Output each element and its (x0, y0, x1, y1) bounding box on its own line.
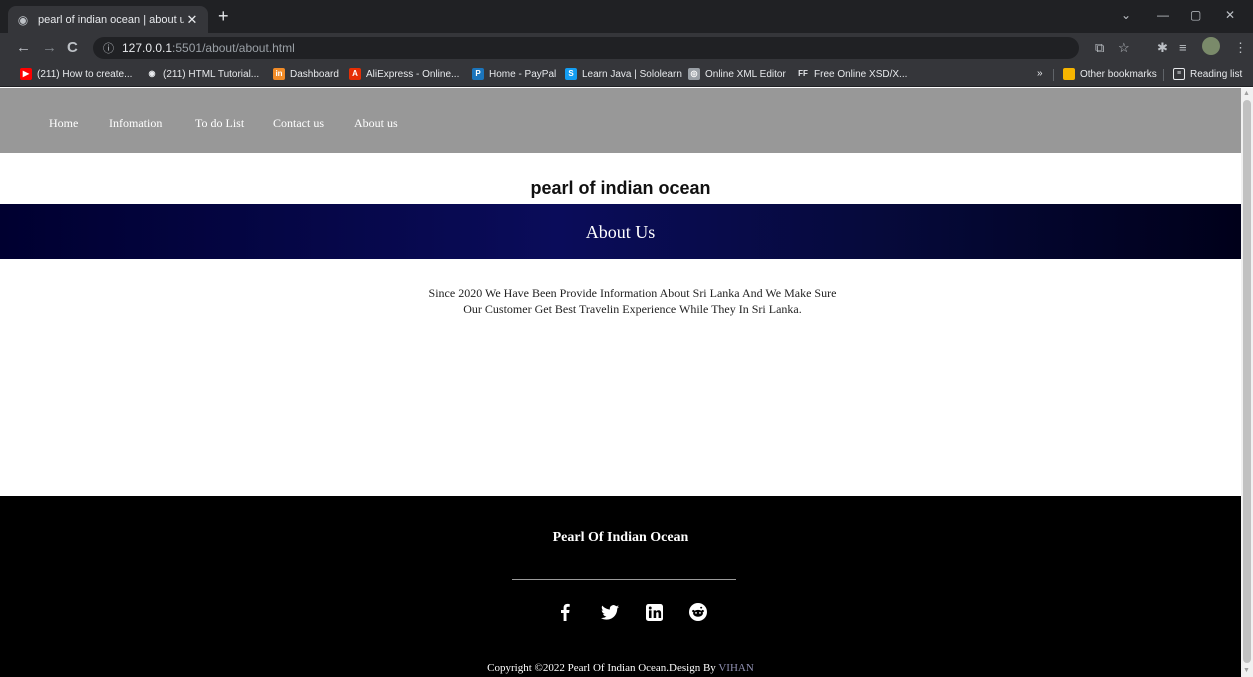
other-bookmarks[interactable]: Other bookmarks (1063, 68, 1157, 80)
youtube-icon: ▶ (20, 68, 32, 80)
paypal-icon: P (472, 68, 484, 80)
author-name[interactable]: VIHAN (718, 662, 753, 674)
back-icon[interactable]: ← (16, 39, 31, 56)
url-path: :5501/about/about.html (172, 41, 295, 55)
linkedin-icon[interactable] (644, 602, 664, 622)
nav-about-us[interactable]: About us (354, 116, 398, 131)
nav-todo-list[interactable]: To do List (195, 116, 244, 131)
copyright: Copyright ©2022 Pearl Of Indian Ocean.De… (0, 662, 1241, 674)
twitter-icon[interactable] (600, 602, 620, 622)
url-host: 127.0.0.1 (122, 41, 173, 55)
browser-tab-bar: ◉ pearl of indian ocean | about us ✕ + ⌄… (0, 0, 1253, 33)
about-banner: About Us (0, 204, 1241, 259)
close-tab-icon[interactable]: ✕ (184, 12, 200, 28)
bookmark-separator (1163, 69, 1164, 81)
globe-icon: ◉ (148, 69, 156, 78)
site-info-icon[interactable]: ⓘ (103, 40, 114, 56)
reload-icon[interactable]: C (67, 39, 78, 56)
tab-title: pearl of indian ocean | about us (38, 13, 184, 26)
more-bookmarks-button[interactable]: » (1037, 68, 1043, 79)
media-icon[interactable]: ≡ (1179, 40, 1187, 55)
bookmark-label: Dashboard (290, 68, 339, 80)
bookmark-label: Home - PayPal (489, 68, 557, 80)
minimize-icon[interactable]: — (1157, 8, 1169, 22)
reading-list[interactable]: ≡ Reading list (1173, 68, 1242, 80)
footer-divider (512, 579, 736, 580)
bookmark-star-icon[interactable]: ☆ (1118, 40, 1130, 56)
bookmark-label: Learn Java | Sololearn (582, 68, 682, 80)
bookmark-label: Online XML Editor (705, 68, 786, 80)
reading-list-icon: ≡ (1173, 68, 1185, 80)
bookmark-label: (211) HTML Tutorial... (163, 68, 260, 80)
about-heading: About Us (585, 222, 656, 242)
page-scrollbar[interactable]: ▲ ▼ (1241, 88, 1253, 677)
restore-icon[interactable]: ▢ (1190, 8, 1201, 22)
reading-list-label: Reading list (1190, 68, 1243, 80)
bookmark-label: Free Online XSD/X... (814, 68, 908, 80)
bookmark-item[interactable]: in Dashboard (273, 68, 339, 80)
new-tab-icon[interactable]: + (218, 6, 229, 27)
copyright-text: Copyright ©2022 Pearl Of Indian Ocean.De… (487, 662, 716, 674)
nav-home[interactable]: Home (49, 116, 78, 131)
bookmark-item[interactable]: P Home - PayPal (472, 68, 556, 80)
other-bookmarks-label: Other bookmarks (1080, 68, 1157, 80)
page-viewport: Home Infomation To do List Contact us Ab… (0, 88, 1241, 677)
bookmark-item[interactable]: ◎ Online XML Editor (688, 68, 786, 80)
bookmark-item[interactable]: FF Free Online XSD/X... (797, 68, 907, 80)
share-icon[interactable]: ⧉ (1095, 40, 1104, 56)
browser-toolbar: ← → C ⓘ 127.0.0.1:5501/about/about.html … (0, 33, 1253, 63)
site-brand: pearl of indian ocean (530, 178, 711, 198)
bookmark-label: (211) How to create... (37, 68, 133, 80)
site-footer: Pearl Of Indian Ocean Copyright ©2022 Pe… (0, 496, 1241, 677)
extensions-icon[interactable]: ✱ (1157, 40, 1168, 56)
bookmark-separator (1053, 69, 1054, 81)
bookmark-item[interactable]: ◉ (211) HTML Tutorial... (146, 68, 260, 80)
tab-search-icon[interactable]: ⌄ (1121, 8, 1131, 22)
forward-icon[interactable]: → (42, 39, 57, 56)
bookmark-label: AliExpress - Online... (366, 68, 460, 80)
aliexpress-icon: A (349, 68, 361, 80)
bookmark-item[interactable]: ▶ (211) How to create... (20, 68, 132, 80)
window-close-icon[interactable]: ✕ (1225, 8, 1235, 22)
browser-tab[interactable]: ◉ pearl of indian ocean | about us ✕ (8, 6, 208, 33)
address-bar[interactable]: ⓘ 127.0.0.1:5501/about/about.html (93, 37, 1079, 59)
dashboard-icon: in (273, 68, 285, 80)
bookmark-item[interactable]: A AliExpress - Online... (349, 68, 459, 80)
footer-title: Pearl Of Indian Ocean (552, 530, 689, 545)
xml-editor-icon: ◎ (688, 68, 700, 80)
bookmark-item[interactable]: S Learn Java | Sololearn (565, 68, 682, 80)
scroll-down-icon[interactable]: ▼ (1243, 667, 1250, 674)
bookmarks-bar: ▶ (211) How to create... ◉ (211) HTML Tutor… (0, 63, 1253, 87)
sololearn-icon: S (565, 68, 577, 80)
about-body: Since 2020 We Have Been Provide Informat… (428, 286, 837, 316)
ff-icon: FF (798, 69, 808, 78)
scroll-thumb[interactable] (1243, 100, 1251, 663)
scroll-up-icon[interactable]: ▲ (1243, 90, 1250, 97)
reddit-icon[interactable] (688, 602, 708, 622)
menu-icon[interactable]: ⋮ (1234, 40, 1247, 56)
profile-avatar[interactable] (1202, 37, 1220, 55)
globe-icon: ◉ (17, 12, 29, 27)
nav-contact-us[interactable]: Contact us (273, 116, 324, 131)
folder-icon (1063, 68, 1075, 80)
nav-infomation[interactable]: Infomation (109, 116, 162, 131)
site-nav: Home Infomation To do List Contact us Ab… (0, 88, 1241, 153)
facebook-icon[interactable] (555, 602, 575, 622)
